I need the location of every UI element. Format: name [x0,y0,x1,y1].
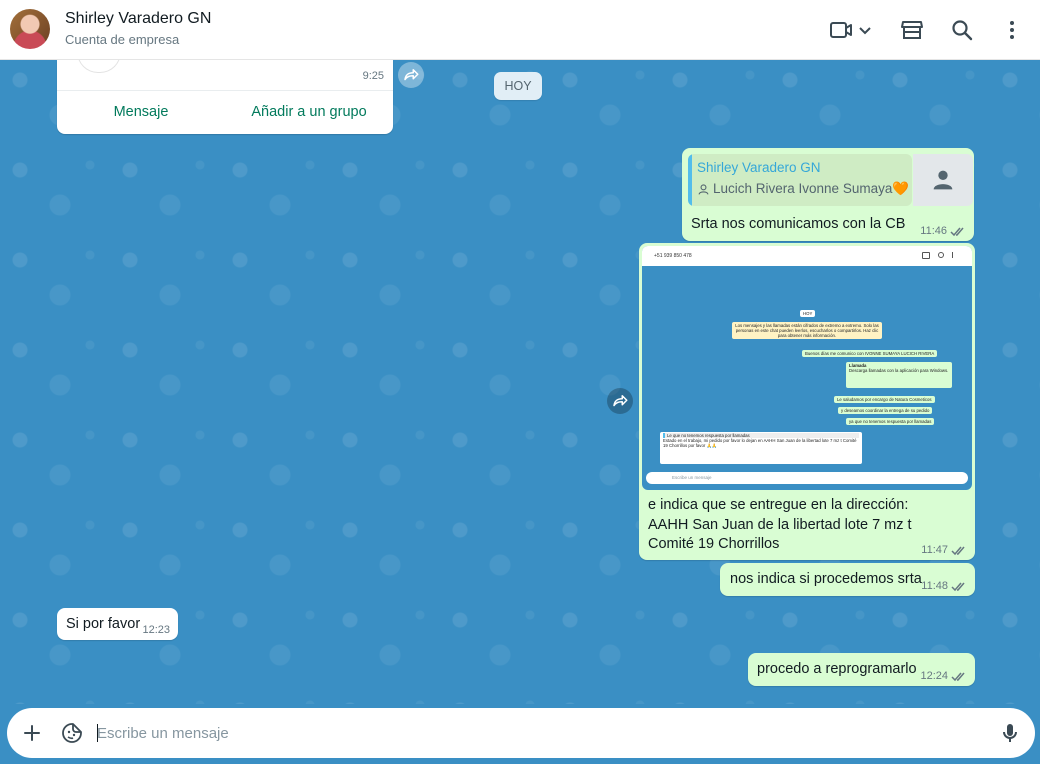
voice-message-button[interactable] [998,721,1022,745]
screenshot-day: HOY [800,310,816,317]
attach-button[interactable] [20,721,44,745]
outgoing-message[interactable]: Shirley Varadero GN Lucich Rivera Ivonne… [682,148,974,241]
outgoing-message[interactable]: nos indica si procedemos srta 11:48 [720,563,975,596]
double-check-icon [951,546,965,555]
sticker-button[interactable] [60,721,84,745]
contact-subtitle: Cuenta de empresa [65,32,180,47]
default-avatar-icon [933,170,953,190]
message-time: 12:24 [920,670,948,682]
message-time: 11:47 [921,544,948,556]
contact-card-avatar [77,60,121,73]
double-check-icon [951,672,965,681]
screenshot-call: Llamada Descarga llamadas con la aplicac… [846,362,952,388]
composer [7,708,1035,758]
composer-bar [0,704,1040,764]
search-icon [952,20,973,41]
menu-button[interactable] [1000,18,1024,42]
message-meta: 11:48 [921,580,967,592]
microphone-icon [1003,724,1017,742]
message-input[interactable] [97,716,977,750]
catalog-store-button[interactable] [900,18,924,42]
chat-header: Shirley Varadero GN Cuenta de empresa [0,0,1040,60]
quote-bar [688,154,692,206]
message-text: nos indica si procedemos srta [730,571,922,587]
screenshot-line: Le saludamos por encargo de Natura Cosme… [834,396,935,403]
double-check-icon [951,582,965,591]
contact-avatar[interactable] [10,9,50,49]
double-check-icon [950,227,964,236]
screenshot-reply: Le que no tenemos respuesta por llamadas… [660,432,862,464]
screenshot-line: y deseamos coordinar la entrega de su pe… [838,407,933,414]
forward-button[interactable] [398,62,424,88]
text-cursor [97,724,98,742]
video-camera-icon [830,22,871,38]
message-time: 12:23 [142,624,170,636]
screenshot-line: ya que no tenemos respuesta por llamadas [846,418,935,425]
message-text: procedo a reprogramarlo [757,661,917,677]
screenshot-line: Buenos días me comunico con IVONNE SUMAY… [802,350,938,357]
store-icon [901,21,923,39]
more-vertical-icon [1010,21,1014,39]
forward-button[interactable] [607,388,633,414]
screenshot-header: +51 939 850 478 [642,246,972,266]
quoted-message[interactable]: Shirley Varadero GN Lucich Rivera Ivonne… [688,154,912,206]
outgoing-image-message[interactable]: +51 939 850 478 HOY Los mensajes y las l… [639,243,975,560]
screenshot-phone: +51 939 850 478 [654,253,692,259]
video-call-button[interactable] [829,18,875,42]
add-to-group-button[interactable]: Añadir a un grupo [225,91,393,135]
plus-icon [24,725,40,741]
message-time: 11:48 [921,580,948,592]
quote-author: Shirley Varadero GN [697,160,821,175]
sticker-icon [62,723,82,743]
screenshot-notice: Los mensajes y las llamadas están cifrad… [732,322,882,339]
message-text: Si por favor [66,616,141,632]
image-caption: e indica que se entregue en la dirección… [648,497,912,552]
contact-name[interactable]: Shirley Varadero GN [65,10,211,28]
message-meta: 11:47 [921,544,967,556]
quote-contact-name: Lucich Rivera Ivonne Sumaya🧡 [713,181,910,196]
shared-contact-card[interactable]: 9:25 Mensaje Añadir a un grupo [57,60,393,134]
message-meta: 12:23 [142,624,170,636]
message-time: 11:46 [920,225,947,237]
screenshot-icons [922,252,966,259]
forward-icon [613,395,628,407]
person-icon [698,183,709,195]
screenshot-placeholder: Escribe un mensaje [672,475,712,480]
message-contact-button[interactable]: Mensaje [57,91,225,135]
message-meta: 11:46 [920,225,966,237]
date-divider: HOY [494,72,542,100]
screenshot-composer: Escribe un mensaje [646,472,968,484]
incoming-message[interactable]: Si por favor 12:23 [57,608,178,640]
contact-card-actions: Mensaje Añadir a un grupo [57,90,393,135]
screenshot-call-text: Descarga llamadas con la aplicación para… [849,368,949,373]
image-attachment[interactable]: +51 939 850 478 HOY Los mensajes y las l… [642,246,972,490]
outgoing-message[interactable]: procedo a reprogramarlo 12:24 [748,653,975,686]
quote-thumbnail [913,154,973,206]
screenshot-reply-text: Estado en el trabajo, mi pedido por favo… [663,438,857,448]
chat-area[interactable]: 9:25 Mensaje Añadir a un grupo HOY Shirl… [0,60,1040,704]
search-button[interactable] [950,18,974,42]
message-text: Srta nos comunicamos con la CB [691,216,906,232]
forward-icon [404,69,419,81]
quote-contact: Lucich Rivera Ivonne Sumaya🧡 [697,181,909,197]
message-time: 9:25 [362,70,384,82]
message-meta: 12:24 [920,670,967,682]
